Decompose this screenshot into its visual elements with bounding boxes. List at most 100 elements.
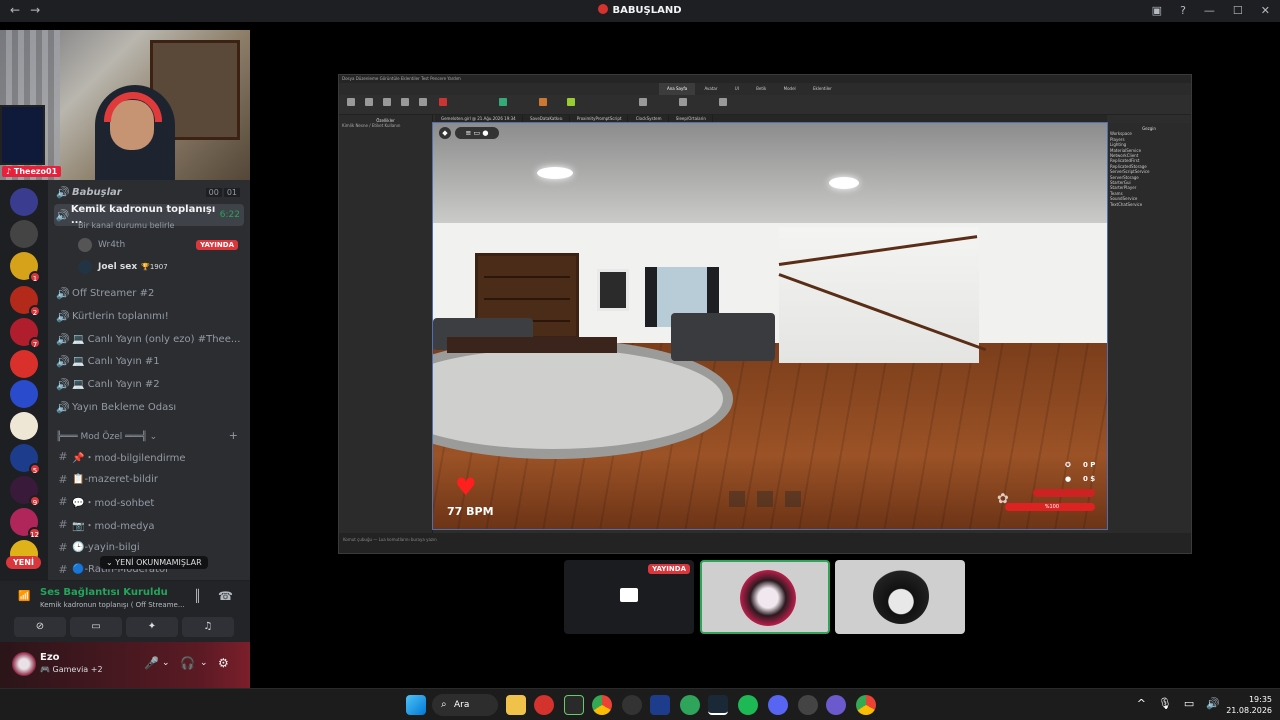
screen-share-button[interactable]: ▭ xyxy=(70,617,122,637)
chevron-down-icon[interactable]: ⌄ xyxy=(200,658,208,668)
game-viewport[interactable]: ◆ ≡ ▭ ● ♥ 77 BPM ✪ 0 P ● 0 $ ✿ %100 xyxy=(432,122,1108,530)
ui-icon[interactable] xyxy=(719,98,727,106)
taskbar-search[interactable]: ⌕ Ara xyxy=(432,694,498,716)
tab-script[interactable]: Betik xyxy=(748,83,774,95)
stream-tile-user[interactable] xyxy=(700,560,830,634)
voice-channel[interactable]: 🔊 💻 Canlı Yayın #1 xyxy=(54,351,244,372)
clock[interactable]: 19:35 21.08.2026 xyxy=(1226,694,1272,716)
chevron-down-icon[interactable]: ⌄ xyxy=(162,658,170,668)
unread-jump-tooltip[interactable]: ⌄ YENİ OKUNMAMIŞLAR xyxy=(100,556,208,569)
new-unread-pill[interactable]: YENİ xyxy=(6,556,41,569)
app-icon[interactable] xyxy=(622,695,642,715)
voice-channel-babuslar[interactable]: 🔊 Babuşlar 00 01 xyxy=(54,182,244,203)
server-icon[interactable]: 7 xyxy=(10,318,41,349)
text-channel[interactable]: # 📷・mod-medya xyxy=(54,514,244,535)
chat-controls[interactable]: ≡ ▭ ● xyxy=(455,127,499,139)
terrain-icon[interactable] xyxy=(639,98,647,106)
soundboard-button[interactable]: ♫ xyxy=(182,617,234,637)
steam-icon[interactable] xyxy=(708,695,728,715)
close-button[interactable]: ✕ xyxy=(1261,4,1270,17)
play-icon[interactable] xyxy=(439,98,447,106)
toolbox-icon[interactable] xyxy=(679,98,687,106)
voice-channel[interactable]: 🔊 Off Streamer #2 xyxy=(54,283,244,304)
signal-icon[interactable]: 📶 xyxy=(18,591,30,602)
server-icon[interactable]: 12 xyxy=(10,508,41,539)
part-icon[interactable] xyxy=(499,98,507,106)
select-tool-icon[interactable] xyxy=(347,98,355,106)
voice-channel[interactable]: 🔊 💻 Canlı Yayın (only ezo) #Thee... xyxy=(54,329,244,350)
tab-model[interactable]: Model xyxy=(776,83,804,95)
server-icon[interactable] xyxy=(10,412,38,440)
scale-tool-icon[interactable] xyxy=(383,98,391,106)
camera-button[interactable]: ⊘ xyxy=(14,617,66,637)
command-bar[interactable]: Komut çubuğu — Lua komutlarını buraya ya… xyxy=(339,533,1191,553)
stream-tile-user[interactable] xyxy=(835,560,965,634)
text-channel[interactable]: # 📋-mazeret-bildir xyxy=(54,469,244,490)
help-icon[interactable]: ? xyxy=(1180,4,1186,17)
server-icon[interactable] xyxy=(10,188,38,216)
text-channel[interactable]: # 💬・mod-sohbet xyxy=(54,491,244,512)
voice-channel[interactable]: 🔊 💻 Canlı Yayın #2 xyxy=(54,374,244,395)
server-icon[interactable]: 1 xyxy=(10,252,41,283)
voice-channel[interactable]: 🔊 Kürtlerin toplanımı! xyxy=(54,306,244,327)
hotbar-slot[interactable] xyxy=(757,491,773,507)
voice-channel-name[interactable]: Kemik kadronun toplanışı ( Off Streame..… xyxy=(40,601,185,609)
chevron-up-icon[interactable]: ^ xyxy=(1137,697,1146,710)
minimize-button[interactable]: — xyxy=(1204,4,1215,17)
mic-icon[interactable]: 🎙 xyxy=(1158,697,1172,710)
move-tool-icon[interactable] xyxy=(365,98,373,106)
voice-user[interactable]: Joel sex 🏆1907 xyxy=(78,260,238,274)
avatar[interactable] xyxy=(12,652,36,676)
app-icon[interactable] xyxy=(534,695,554,715)
app-icon[interactable] xyxy=(798,695,818,715)
channel-status[interactable]: Bir kanal durumu belirle xyxy=(78,221,174,230)
hotbar-slot[interactable] xyxy=(729,491,745,507)
maximize-button[interactable]: ☐ xyxy=(1233,4,1243,17)
server-icon[interactable] xyxy=(10,380,38,408)
volume-icon[interactable]: 🔊 xyxy=(1206,697,1220,710)
mic-icon[interactable]: 🎤 xyxy=(144,656,159,670)
voice-user[interactable]: Wr4th YAYINDA xyxy=(78,238,238,252)
tab-plugins[interactable]: Eklentiler xyxy=(805,83,840,95)
inbox-icon[interactable]: ▣ xyxy=(1152,4,1162,17)
user-name[interactable]: Ezo xyxy=(40,652,60,663)
hotbar-slot[interactable] xyxy=(785,491,801,507)
transform-tool-icon[interactable] xyxy=(419,98,427,106)
voice-channel[interactable]: 🔊 Yayın Bekleme Odası xyxy=(54,397,244,418)
category-mod-ozel[interactable]: ╠═══ Mod Özel ═══╣ ⌄ + xyxy=(56,429,242,442)
explorer-item[interactable]: TextChatService xyxy=(1110,202,1188,207)
tab-home[interactable]: Ana Sayfa xyxy=(659,83,696,95)
file-explorer-icon[interactable] xyxy=(506,695,526,715)
chrome-icon[interactable] xyxy=(592,695,612,715)
voice-status[interactable]: Ses Bağlantısı Kuruldu xyxy=(40,587,168,598)
material-icon[interactable] xyxy=(567,98,575,106)
tab-avatar[interactable]: Avatar xyxy=(697,83,726,95)
app-icon[interactable] xyxy=(680,695,700,715)
windows-start-icon[interactable] xyxy=(406,695,426,715)
server-icon[interactable]: 2 xyxy=(10,286,41,317)
server-icon[interactable]: 9 xyxy=(10,476,41,507)
app-icon[interactable] xyxy=(564,695,584,715)
chrome-icon[interactable] xyxy=(856,695,876,715)
noise-suppression-icon[interactable]: ║ xyxy=(194,589,201,603)
gear-icon[interactable]: ⚙ xyxy=(218,656,229,670)
discord-icon[interactable] xyxy=(768,695,788,715)
tab-ui[interactable]: UI xyxy=(727,83,747,95)
app-icon[interactable] xyxy=(650,695,670,715)
studio-menu[interactable]: Dosya Düzenleme Görüntüle Eklentiler Tes… xyxy=(339,75,1191,83)
server-icon[interactable]: 5 xyxy=(10,444,41,475)
rotate-tool-icon[interactable] xyxy=(401,98,409,106)
stream-tile-screen[interactable]: YAYINDA xyxy=(564,560,694,634)
network-icon[interactable]: ▭ xyxy=(1184,697,1194,710)
server-icon[interactable] xyxy=(10,350,38,378)
server-icon[interactable] xyxy=(10,220,38,248)
roblox-menu-icon[interactable]: ◆ xyxy=(439,127,451,139)
text-channel[interactable]: # 🕒-yayin-bilgi xyxy=(54,537,244,558)
headphones-icon[interactable]: 🎧 xyxy=(180,656,195,670)
add-channel-icon[interactable]: + xyxy=(229,429,238,442)
text-channel[interactable]: # 📌・mod-bilgilendirme xyxy=(54,446,244,467)
color-icon[interactable] xyxy=(539,98,547,106)
activities-button[interactable]: ✦ xyxy=(126,617,178,637)
disconnect-icon[interactable]: ☎ xyxy=(218,589,233,603)
spotify-icon[interactable] xyxy=(738,695,758,715)
